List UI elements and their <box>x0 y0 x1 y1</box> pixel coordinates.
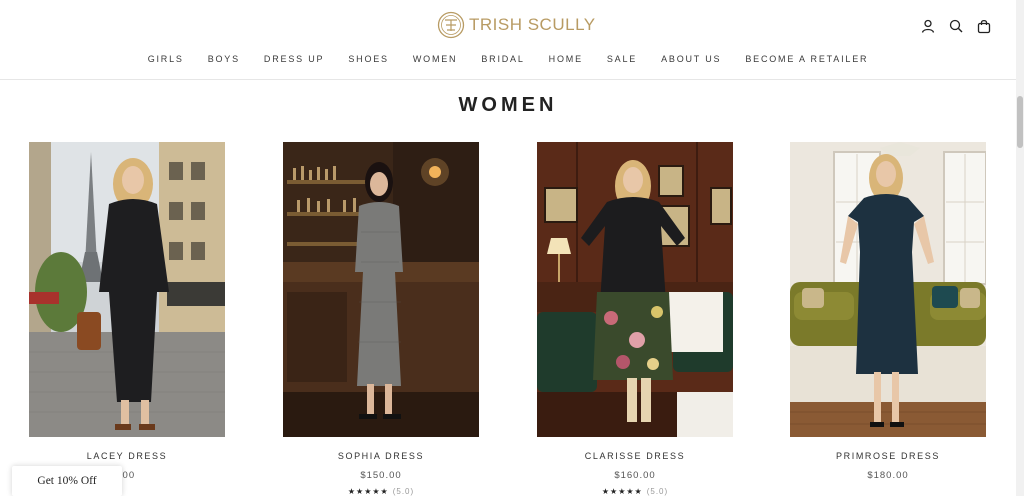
nav-shoes[interactable]: SHOES <box>348 54 389 64</box>
nav-home[interactable]: HOME <box>549 54 583 64</box>
cart-icon[interactable] <box>976 18 992 34</box>
rating-score: (5.0) <box>392 487 415 496</box>
main-nav: GIRLS BOYS DRESS UP SHOES WOMEN BRIDAL H… <box>0 54 1016 64</box>
product-card[interactable]: SOPHIA DRESS $150.00 ★★★★★ (5.0) <box>283 142 479 496</box>
nav-boys[interactable]: BOYS <box>208 54 240 64</box>
product-name[interactable]: LACEY DRESS <box>29 451 225 461</box>
product-name[interactable]: CLARISSE DRESS <box>537 451 733 461</box>
rating-stars: ★★★★★ <box>347 487 389 496</box>
brand-name: TRISH SCULLY <box>469 15 596 34</box>
search-icon[interactable] <box>948 18 964 34</box>
product-image[interactable] <box>29 142 225 437</box>
scrollbar-thumb[interactable] <box>1017 96 1023 148</box>
nav-bridal[interactable]: BRIDAL <box>481 54 524 64</box>
nav-women[interactable]: WOMEN <box>413 54 458 64</box>
nav-dress-up[interactable]: DRESS UP <box>264 54 324 64</box>
site-header: TRISH SCULLY GIRLS BOYS DRESS UP SHOES W… <box>0 0 1016 80</box>
page-title: WOMEN <box>458 94 558 116</box>
nav-sale[interactable]: SALE <box>607 54 637 64</box>
rating-stars: ★★★★★ <box>601 487 643 496</box>
product-card[interactable]: CLARISSE DRESS $160.00 ★★★★★ (5.0) <box>537 142 733 496</box>
header-actions <box>920 18 992 34</box>
rating-score: (5.0) <box>646 487 669 496</box>
brand-logo[interactable]: TRISH SCULLY <box>437 11 596 39</box>
product-price: $160.00 <box>614 470 656 481</box>
nav-become-a-retailer[interactable]: BECOME A RETAILER <box>745 54 868 64</box>
product-image[interactable] <box>537 142 733 437</box>
product-image[interactable] <box>790 142 986 437</box>
product-price: $180.00 <box>867 470 909 481</box>
page-scrollbar[interactable] <box>1016 0 1024 496</box>
nav-about-us[interactable]: ABOUT US <box>661 54 721 64</box>
product-name[interactable]: PRIMROSE DRESS <box>790 451 986 461</box>
discount-popup-button[interactable]: Get 10% Off <box>12 466 122 496</box>
product-card[interactable]: PRIMROSE DRESS $180.00 <box>790 142 986 481</box>
nav-girls[interactable]: GIRLS <box>148 54 184 64</box>
product-name[interactable]: SOPHIA DRESS <box>283 451 479 461</box>
product-rating: ★★★★★ (5.0) <box>537 487 733 496</box>
product-card[interactable]: LACEY DRESS .00 <box>29 142 225 481</box>
logo-monogram-icon <box>437 11 465 39</box>
product-rating: ★★★★★ (5.0) <box>283 487 479 496</box>
account-icon[interactable] <box>920 18 936 34</box>
product-image[interactable] <box>283 142 479 437</box>
product-price: $150.00 <box>360 470 402 481</box>
